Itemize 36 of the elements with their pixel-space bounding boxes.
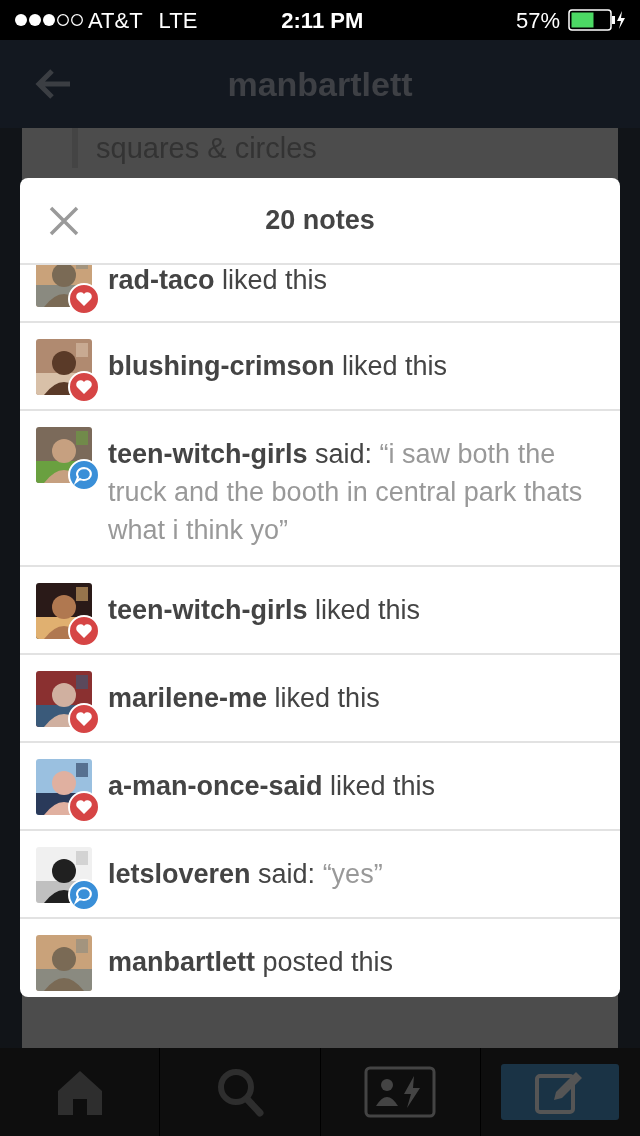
note-row[interactable]: teen-witch-girls liked this [20, 567, 620, 655]
home-icon [56, 1069, 103, 1115]
note-row[interactable]: rad-taco liked this [20, 265, 620, 323]
carrier-name: AT&T [88, 6, 143, 35]
heart-badge-icon [68, 371, 100, 403]
network-type: LTE [158, 6, 198, 35]
activity-icon [364, 1066, 437, 1118]
note-text: rad-taco liked this [108, 265, 329, 297]
note-row[interactable]: manbartlett posted this [20, 919, 620, 997]
signal-icon [14, 13, 84, 27]
note-text: manbartlett posted this [108, 946, 395, 979]
note-text: a-man-once-said liked this [108, 770, 437, 803]
battery-percent: 57% [515, 6, 560, 35]
compose-tab[interactable] [501, 1064, 620, 1120]
speech-bubble-badge-icon [68, 879, 100, 911]
note-text: marilene-me liked this [108, 682, 381, 715]
back-arrow-icon[interactable] [34, 68, 72, 100]
status-time: 2:11 PM [281, 6, 364, 35]
note-row[interactable]: teen-witch-girls said: “i saw both the truck and the booth in central park thats what i think yo” [20, 411, 620, 567]
search-icon [215, 1067, 264, 1117]
note-row[interactable]: letsloveren said: “yes” [20, 831, 620, 919]
heart-badge-icon [68, 283, 100, 315]
note-row[interactable]: a-man-once-said liked this [20, 743, 620, 831]
heart-badge-icon [68, 791, 100, 823]
heart-badge-icon [68, 703, 100, 735]
note-text: teen-witch-girls said: “i saw both the truck and the booth in central park thats what i think yo” [108, 438, 584, 547]
modal-title: 20 notes [264, 204, 376, 238]
speech-bubble-badge-icon [68, 459, 100, 491]
note-text: letsloveren said: “yes” [108, 858, 384, 891]
note-text: teen-witch-girls liked this [108, 594, 422, 627]
note-text: blushing-crimson liked this [108, 350, 449, 383]
battery-icon [568, 9, 626, 31]
note-row[interactable]: blushing-crimson liked this [20, 323, 620, 411]
note-row[interactable]: marilene-me liked this [20, 655, 620, 743]
heart-badge-icon [68, 615, 100, 647]
close-icon[interactable] [49, 205, 79, 236]
